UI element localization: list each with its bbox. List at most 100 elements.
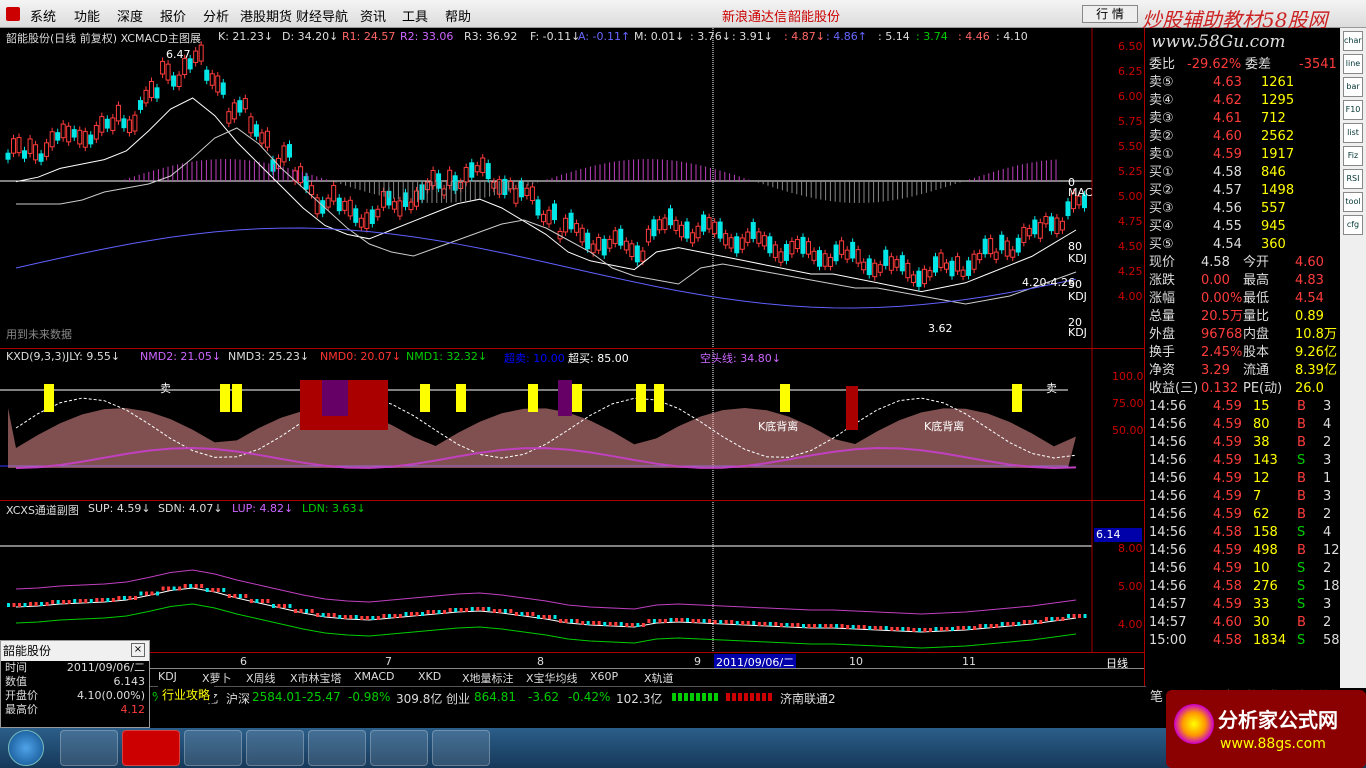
quote-cell: S (1297, 561, 1306, 576)
indicator-tab[interactable]: X宝华均线 (526, 670, 578, 686)
quote-cell: 3 (1323, 489, 1332, 504)
popup-key: 数值 (5, 675, 27, 688)
quote-tab[interactable]: 笔 (1150, 686, 1163, 705)
line-icon[interactable]: line (1343, 54, 1363, 74)
y-tick-label: 5.00 (1118, 580, 1143, 593)
mini-candle (973, 626, 977, 630)
stock-app-icon[interactable] (122, 730, 180, 766)
mini-candle (7, 603, 10, 607)
f10-icon[interactable]: F10 (1343, 100, 1363, 120)
candle-body (474, 165, 480, 173)
menu-tools[interactable]: 工具 (402, 6, 428, 25)
candle-body (883, 249, 889, 266)
quote-cell: 96768 (1201, 327, 1243, 342)
menu-quotes[interactable]: 报价 (160, 6, 186, 25)
rsi-icon[interactable]: RSI (1343, 169, 1363, 189)
weibo-icon[interactable] (432, 730, 490, 766)
y-tick-label: 4.00 (1118, 290, 1143, 303)
paint-icon[interactable] (246, 730, 304, 766)
indicator-tab[interactable]: KDJ (158, 670, 177, 683)
indicator-tab[interactable]: X轨道 (644, 670, 674, 686)
quote-cell: 276 (1253, 579, 1278, 594)
kdj-label: KDJ (1068, 290, 1087, 303)
indicator-tab[interactable]: XKD (418, 670, 441, 683)
indicator-tab[interactable]: XMACD (354, 670, 395, 683)
start-button[interactable] (8, 730, 44, 766)
close-icon[interactable]: × (131, 643, 145, 657)
menu-function[interactable]: 功能 (74, 6, 100, 25)
quote-cell: 4.54 (1295, 291, 1324, 306)
indicator-tab[interactable]: X萝卜 (202, 670, 232, 686)
mini-candle (23, 603, 27, 607)
tool-icon[interactable]: tool (1343, 192, 1363, 212)
mini-candle (525, 612, 529, 616)
bar-icon[interactable]: bar (1343, 77, 1363, 97)
indicator-tab[interactable]: X地量标注 (462, 670, 514, 686)
cfg-icon[interactable]: cfg (1343, 215, 1363, 235)
menu-hk-futures[interactable]: 港股期货 (240, 6, 292, 25)
menu-finance-nav[interactable]: 财经导航 (296, 6, 348, 25)
candle-body (1054, 217, 1060, 235)
quote-cell: 26.0 (1295, 381, 1324, 396)
mini-candle (724, 620, 728, 624)
mini-candle (548, 615, 551, 619)
mini-candle (167, 586, 171, 591)
index-name[interactable]: 创业 (446, 690, 470, 707)
menu-system[interactable]: 系统 (30, 6, 56, 25)
candle-body (1026, 228, 1032, 237)
index-name[interactable]: 沪深 (226, 690, 250, 707)
menu-news[interactable]: 资讯 (360, 6, 386, 25)
mini-candle (1022, 620, 1026, 624)
mini-candle (73, 599, 77, 603)
ask-row: 卖① 4.59 1917 (1145, 146, 1340, 164)
industry-tab[interactable]: 行业攻略 (158, 686, 215, 703)
candle-body (662, 217, 668, 231)
stat-row: 外盘 96768 内盘 10.8万 (1145, 326, 1340, 344)
chart-icon[interactable]: chart (1343, 31, 1363, 51)
list-icon[interactable]: list (1343, 123, 1363, 143)
kxd-area (8, 408, 1076, 468)
tick-row: 14:56 4.59 38 B 2 (1145, 434, 1340, 452)
candle-body (839, 240, 845, 255)
indicator-tab[interactable]: X市林宝塔 (290, 670, 342, 686)
candle-body (1059, 220, 1065, 231)
menu-analysis[interactable]: 分析 (203, 6, 229, 25)
mini-candle (1078, 614, 1081, 618)
candle-body (491, 181, 497, 189)
mini-candle (509, 609, 513, 613)
candle-body (259, 132, 265, 144)
stat-row: 涨跌 0.00 最高 4.83 (1145, 272, 1340, 290)
candle-body (287, 144, 292, 158)
chart-area[interactable]: 韶能股份(日线 前复权) XCMACD主图展 K: 21.23↓ D: 34.20↓… (0, 28, 1146, 670)
candle-body (623, 240, 629, 251)
mini-candle (1033, 620, 1037, 624)
mini-candle (316, 613, 320, 617)
menu-help[interactable]: 帮助 (445, 6, 471, 25)
mini-candle (570, 619, 574, 623)
signal-marker (44, 384, 54, 412)
mini-candle (498, 609, 502, 613)
mac-label: MAC (1068, 186, 1093, 199)
quote-cell: 买② (1149, 183, 1174, 198)
main-header-item: R2: 33.06 (400, 30, 454, 43)
candle-body (728, 237, 734, 249)
candle-body (264, 130, 270, 148)
mini-candle (56, 600, 60, 604)
xcxs-header-item: LUP: 4.82↓ (232, 502, 294, 515)
notepad-icon[interactable] (308, 730, 366, 766)
candle-body (347, 199, 353, 217)
mini-candle (216, 588, 220, 592)
folder-icon[interactable] (60, 730, 118, 766)
main-header-item: F: -0.11↓ (530, 30, 581, 43)
mini-candle (222, 588, 226, 592)
browser-icon[interactable] (370, 730, 428, 766)
candle-body (38, 153, 44, 162)
indicator-tab[interactable]: X60P (590, 670, 618, 683)
quote-mode-button[interactable]: 行 情 (1082, 5, 1138, 23)
quote-cell: 4.60 (1295, 255, 1324, 270)
calculator-icon[interactable] (184, 730, 242, 766)
menu-depth[interactable]: 深度 (117, 6, 143, 25)
fiz-icon[interactable]: Fiz (1343, 146, 1363, 166)
mini-candle (481, 607, 485, 611)
indicator-tab[interactable]: X周线 (246, 670, 276, 686)
